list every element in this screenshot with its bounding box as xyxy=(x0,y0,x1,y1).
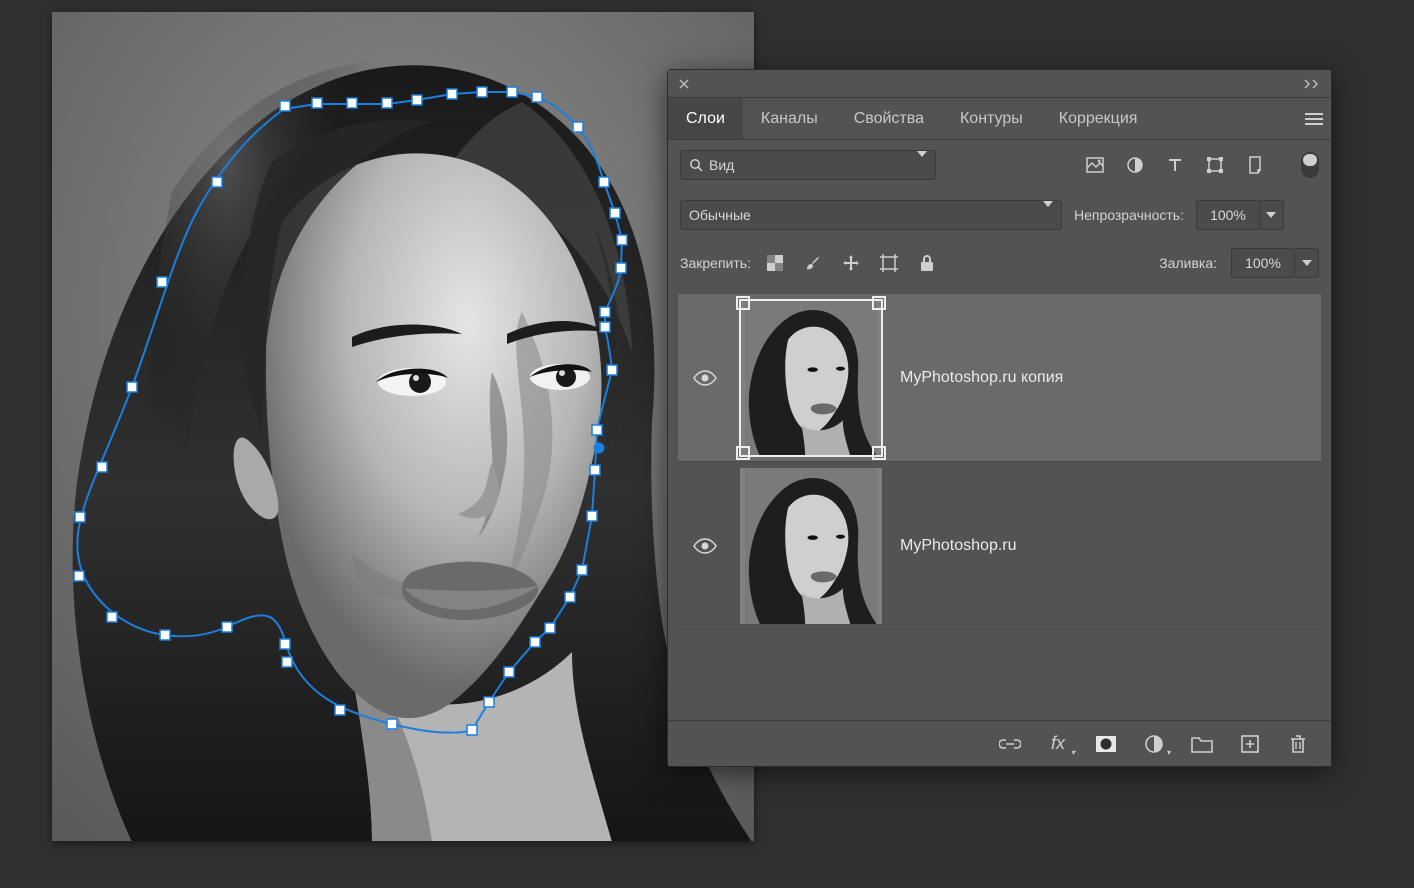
layer-kind-label: Вид xyxy=(709,157,734,173)
layers-footer: fx▾ ▾ xyxy=(668,720,1331,766)
panel-tabs: Слои Каналы Свойства Контуры Коррекция xyxy=(668,98,1331,140)
chevron-down-icon xyxy=(1043,207,1053,223)
tab-paths[interactable]: Контуры xyxy=(942,98,1041,139)
fill-label: Заливка: xyxy=(1159,255,1217,271)
opacity-input[interactable]: 100% xyxy=(1196,200,1260,230)
blend-mode-value: Обычные xyxy=(689,207,751,223)
layer-list: MyPhotoshop.ru копия MyPhotoshop.ru xyxy=(668,286,1331,638)
blend-mode-select[interactable]: Обычные xyxy=(680,200,1062,230)
tab-channels[interactable]: Каналы xyxy=(743,98,836,139)
fill-input[interactable]: 100% xyxy=(1231,248,1295,278)
layer-name[interactable]: MyPhotoshop.ru копия xyxy=(900,369,1063,387)
layer-kind-select[interactable]: Вид xyxy=(680,150,936,180)
tab-layers[interactable]: Слои xyxy=(668,98,743,139)
filter-pixel-icon[interactable] xyxy=(1085,155,1105,175)
panel-menu-icon[interactable] xyxy=(1297,98,1331,139)
search-icon xyxy=(689,158,703,172)
lock-transparency-icon[interactable] xyxy=(765,253,785,273)
filter-shape-icon[interactable] xyxy=(1205,155,1225,175)
opacity-stepper[interactable] xyxy=(1260,200,1284,230)
filter-icons xyxy=(1085,152,1319,178)
document-canvas[interactable] xyxy=(52,12,754,841)
visibility-icon[interactable] xyxy=(688,370,722,386)
tab-adjustments[interactable]: Коррекция xyxy=(1041,98,1156,139)
new-group-icon[interactable] xyxy=(1191,733,1213,755)
blend-row: Обычные Непрозрачность: 100% xyxy=(668,190,1331,240)
layer-thumbnail[interactable] xyxy=(740,300,882,456)
filter-type-icon[interactable] xyxy=(1165,155,1185,175)
adjustment-layer-icon[interactable]: ▾ xyxy=(1143,733,1165,755)
tab-properties[interactable]: Свойства xyxy=(836,98,942,139)
fill-stepper[interactable] xyxy=(1295,248,1319,278)
lock-label: Закрепить: xyxy=(680,255,751,271)
delete-layer-icon[interactable] xyxy=(1287,733,1309,755)
lock-row: Закрепить: Заливка: 100% xyxy=(668,240,1331,286)
layer-fx-icon[interactable]: fx▾ xyxy=(1047,733,1069,755)
link-layers-icon[interactable] xyxy=(999,733,1021,755)
filter-adjust-icon[interactable] xyxy=(1125,155,1145,175)
new-layer-icon[interactable] xyxy=(1239,733,1261,755)
layer-mask-icon[interactable] xyxy=(1095,733,1117,755)
collapse-panel-icon[interactable] xyxy=(1297,79,1323,89)
lock-all-icon[interactable] xyxy=(917,253,937,273)
lock-paint-icon[interactable] xyxy=(803,253,823,273)
filter-toggle[interactable] xyxy=(1301,152,1319,178)
layers-panel: Слои Каналы Свойства Контуры Коррекция В… xyxy=(668,70,1331,766)
opacity-label: Непрозрачность: xyxy=(1074,207,1184,223)
layer-row[interactable]: MyPhotoshop.ru копия xyxy=(678,294,1321,462)
chevron-down-icon xyxy=(917,157,927,173)
layer-filter-row: Вид xyxy=(668,140,1331,190)
filter-smart-icon[interactable] xyxy=(1245,155,1265,175)
lock-artboard-icon[interactable] xyxy=(879,253,899,273)
panel-titlebar xyxy=(668,70,1331,98)
close-panel-icon[interactable] xyxy=(676,76,692,92)
visibility-icon[interactable] xyxy=(688,538,722,554)
layer-thumbnail[interactable] xyxy=(740,468,882,624)
lock-move-icon[interactable] xyxy=(841,253,861,273)
canvas-svg xyxy=(52,12,754,841)
layer-row[interactable]: MyPhotoshop.ru xyxy=(678,462,1321,630)
layer-name[interactable]: MyPhotoshop.ru xyxy=(900,537,1017,555)
